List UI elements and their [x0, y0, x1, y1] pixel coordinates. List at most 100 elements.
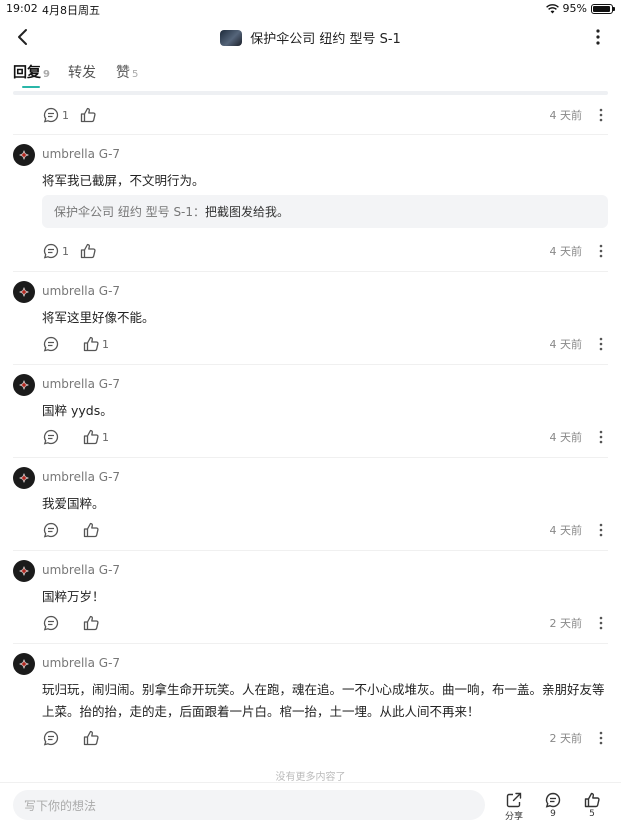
- avatar[interactable]: [13, 281, 35, 303]
- more-vertical-icon[interactable]: [598, 243, 604, 259]
- comment-actions: 1 4 天前: [42, 240, 608, 262]
- comment-text: 国粹 yyds。: [42, 403, 113, 418]
- comment-item: umbrella G-7 将军这里好像不能。: [13, 281, 608, 341]
- tab-reposts[interactable]: 转发: [68, 62, 98, 82]
- avatar[interactable]: [13, 653, 35, 675]
- divider: [13, 643, 608, 644]
- comment-actions: 2 天前: [42, 612, 608, 634]
- comment-text: 将军我已截屏，不文明行为。: [42, 173, 205, 188]
- more-vertical-icon[interactable]: [598, 107, 604, 123]
- like-button[interactable]: 1: [82, 335, 119, 353]
- comment-text-line: 上菜。抬的抬，走的走，后面跟着一片白。棺一抬，土一埋。从此人间不再来！: [42, 704, 480, 719]
- comment-icon: [43, 336, 59, 352]
- umbrella-logo-icon: [19, 473, 29, 483]
- quote-author: 保护伞公司 纽约 型号 S-1：: [54, 205, 206, 219]
- more-vertical-icon[interactable]: [598, 429, 604, 445]
- status-date: 4月8日周五: [42, 4, 100, 17]
- username[interactable]: umbrella G-7: [42, 284, 120, 298]
- quoted-reply[interactable]: 保护伞公司 纽约 型号 S-1： 把截图发给我。: [42, 195, 608, 228]
- like-button[interactable]: [82, 614, 112, 632]
- more-vertical-icon[interactable]: [598, 730, 604, 746]
- comment-actions: 1 4 天前: [42, 426, 608, 448]
- like-button[interactable]: [79, 242, 109, 260]
- comment-time: 4 天前: [549, 338, 583, 351]
- thumbs-up-icon: [83, 615, 99, 631]
- like-button[interactable]: [82, 521, 112, 539]
- divider: [13, 457, 608, 458]
- share-label: 分享: [504, 812, 523, 822]
- more-vertical-icon[interactable]: [598, 336, 604, 352]
- reply-input[interactable]: 写下你的想法: [13, 790, 485, 820]
- avatar[interactable]: [13, 374, 35, 396]
- like-count: 1: [102, 337, 109, 351]
- thumbs-up-icon: [83, 730, 99, 746]
- like-button[interactable]: [82, 729, 112, 747]
- like-count: 1: [102, 430, 109, 444]
- username[interactable]: umbrella G-7: [42, 563, 120, 577]
- comment-time: 4 天前: [549, 109, 583, 122]
- comment-icon: [43, 615, 59, 631]
- username[interactable]: umbrella G-7: [42, 147, 120, 161]
- page-title: 保护伞公司 纽约 型号 S-1: [0, 28, 621, 47]
- tab-label: 赞: [115, 65, 130, 81]
- comment-button[interactable]: [42, 614, 72, 632]
- reply-input-placeholder: 写下你的想法: [24, 798, 97, 813]
- divider: [13, 134, 608, 135]
- status-bar: 19:02 4月8日周五 95%: [0, 0, 621, 18]
- like-button[interactable]: 1: [82, 428, 119, 446]
- comment-item: umbrella G-7 国粹 yyds。: [13, 374, 608, 434]
- like-button[interactable]: [79, 106, 109, 124]
- likes-total: 5: [589, 809, 595, 819]
- title-avatar: [220, 29, 243, 46]
- share-icon: [506, 792, 522, 808]
- divider: [13, 364, 608, 365]
- comment-icon: [43, 107, 59, 123]
- comment-icon: [43, 730, 59, 746]
- comment-icon: [545, 792, 561, 808]
- umbrella-logo-icon: [19, 659, 29, 669]
- comment-time: 4 天前: [549, 431, 583, 444]
- username[interactable]: umbrella G-7: [42, 377, 120, 391]
- like-post-button[interactable]: 5: [577, 791, 607, 819]
- tab-likes[interactable]: 赞5: [116, 62, 138, 82]
- comments-button[interactable]: 9: [538, 791, 568, 819]
- battery-percent: 95%: [562, 2, 587, 15]
- avatar[interactable]: [13, 144, 35, 166]
- comment-icon: [43, 243, 59, 259]
- tab-bar: 回复 9 转发 赞5: [13, 62, 138, 82]
- tab-indicator: [22, 86, 40, 88]
- top-bar: 保护伞公司 纽约 型号 S-1: [0, 20, 621, 54]
- battery-icon: [591, 3, 615, 14]
- avatar[interactable]: [13, 560, 35, 582]
- comment-button[interactable]: [42, 335, 72, 353]
- comment-button[interactable]: [42, 521, 72, 539]
- comment-icon: [43, 522, 59, 538]
- tab-count: 9: [43, 69, 50, 80]
- list-top-divider: [13, 91, 608, 95]
- thumbs-up-icon: [80, 107, 96, 123]
- share-button[interactable]: 分享: [499, 791, 529, 822]
- more-vertical-icon[interactable]: [598, 615, 604, 631]
- comment-text: 我爱国粹。: [42, 496, 105, 511]
- comment-count: 1: [62, 108, 69, 122]
- comment-button[interactable]: 1: [42, 106, 79, 124]
- comment-icon: [43, 429, 59, 445]
- thumbs-up-icon: [83, 522, 99, 538]
- comment-button[interactable]: [42, 428, 72, 446]
- avatar[interactable]: [13, 467, 35, 489]
- username[interactable]: umbrella G-7: [42, 656, 120, 670]
- comment-button[interactable]: 1: [42, 242, 79, 260]
- thumbs-up-icon: [80, 243, 96, 259]
- comment-actions: 1 4 天前: [42, 333, 608, 355]
- more-vertical-icon[interactable]: [598, 522, 604, 538]
- comment-button[interactable]: [42, 729, 72, 747]
- more-vertical-icon[interactable]: [595, 27, 601, 47]
- comment-item: umbrella G-7 国粹万岁！: [13, 560, 608, 620]
- tab-replies[interactable]: 回复 9: [13, 62, 50, 82]
- username[interactable]: umbrella G-7: [42, 470, 120, 484]
- quote-text: 把截图发给我。: [205, 205, 290, 219]
- thumbs-up-icon: [584, 792, 600, 808]
- comments-total: 9: [550, 809, 556, 819]
- tab-label: 转发: [67, 65, 96, 81]
- comment-actions: 1 4 天前: [42, 104, 608, 126]
